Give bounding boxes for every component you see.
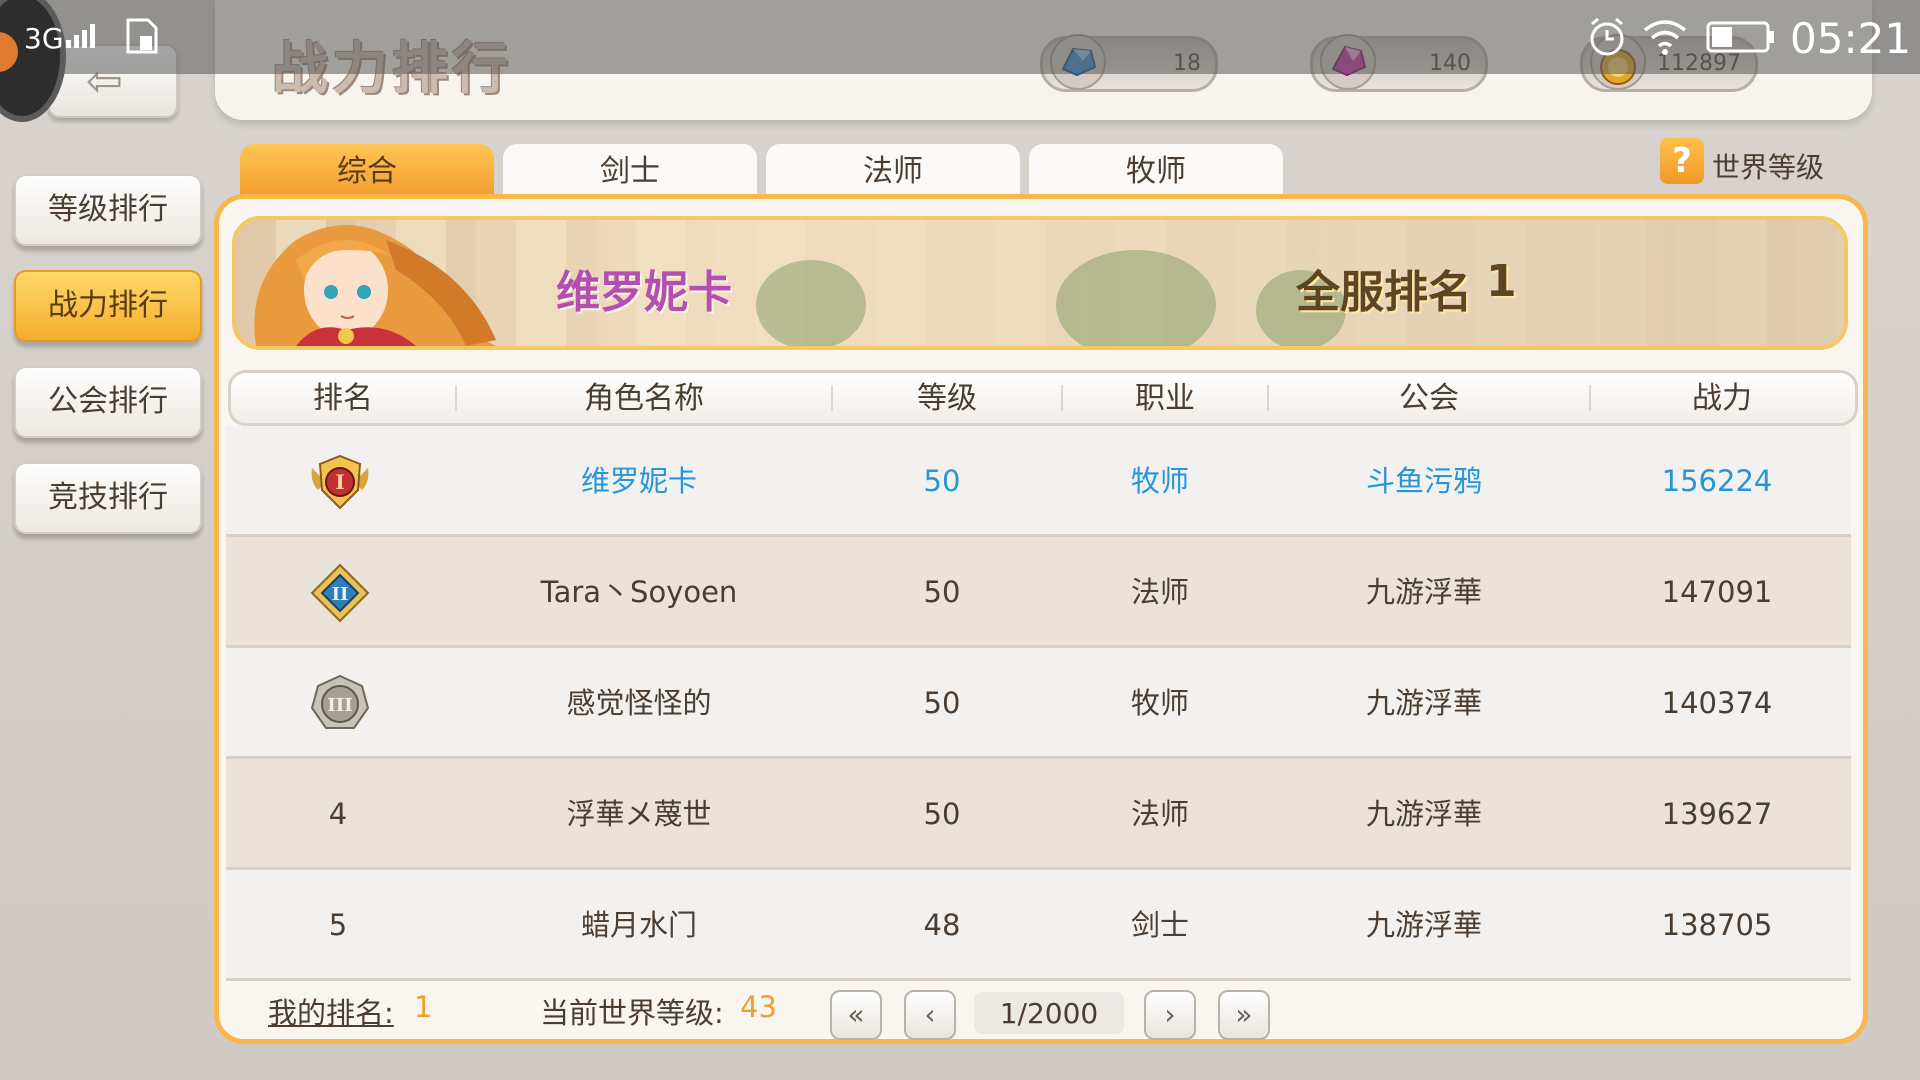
page-indicator: 1/2000 bbox=[974, 992, 1124, 1034]
wifi-icon bbox=[1643, 20, 1687, 55]
row-name: 蜡月水门 bbox=[580, 908, 697, 942]
row-name: Tara丶Soyoen bbox=[540, 575, 738, 609]
my-rank-value: 1 bbox=[414, 990, 433, 1024]
column-header-rank: 排名 bbox=[313, 381, 373, 416]
row-guild: 斗鱼污鸦 bbox=[1365, 464, 1482, 498]
column-header-class: 职业 bbox=[1135, 381, 1195, 416]
rank-2-badge-icon: II bbox=[310, 563, 370, 623]
row-class: 法师 bbox=[1130, 575, 1189, 609]
status-bar bbox=[0, 0, 1920, 74]
player-banner: 维罗妮卡 全服排名 1 bbox=[232, 216, 1848, 350]
prev-page-button[interactable]: ‹ bbox=[904, 990, 956, 1040]
status-time: 05:21 bbox=[1790, 14, 1912, 63]
row-power: 147091 bbox=[1661, 575, 1773, 609]
row-level: 48 bbox=[923, 908, 961, 942]
tab-overall[interactable]: 综合 bbox=[240, 144, 494, 196]
column-header-name: 角色名称 bbox=[584, 381, 704, 416]
row-rank: 4 bbox=[328, 797, 348, 831]
row-level: 50 bbox=[923, 575, 961, 609]
table-row[interactable]: I 维罗妮卡 50 牧师 斗鱼污鸦 156224 bbox=[226, 426, 1851, 536]
signal-icon bbox=[66, 24, 95, 48]
rank-3-badge-icon: III bbox=[310, 674, 370, 729]
row-level: 50 bbox=[923, 464, 961, 498]
row-guild: 九游浮華 bbox=[1365, 575, 1482, 609]
row-guild: 九游浮華 bbox=[1365, 797, 1482, 831]
banner-character-name: 维罗妮卡 bbox=[556, 267, 732, 318]
sim-card-icon bbox=[126, 18, 158, 54]
last-page-button[interactable]: » bbox=[1218, 990, 1270, 1040]
world-level-link[interactable]: 世界等级 bbox=[1712, 146, 1824, 186]
table-row[interactable]: 5 蜡月水门 48 剑士 九游浮華 138705 bbox=[226, 870, 1851, 980]
plant-decoration bbox=[1056, 250, 1216, 346]
help-icon[interactable]: ? bbox=[1660, 138, 1704, 184]
table-row[interactable]: III 感觉怪怪的 50 牧师 九游浮華 140374 bbox=[226, 648, 1851, 758]
row-guild: 九游浮華 bbox=[1365, 908, 1482, 942]
rank-1-badge-icon: I bbox=[311, 454, 369, 510]
table-row[interactable]: 4 浮華メ蔑世 50 法师 九游浮華 139627 bbox=[226, 759, 1851, 869]
row-class: 牧师 bbox=[1130, 464, 1189, 498]
table-row[interactable]: II Tara丶Soyoen 50 法师 九游浮華 147091 bbox=[226, 537, 1851, 647]
world-level-label: 当前世界等级: bbox=[540, 996, 724, 1030]
row-name: 浮華メ蔑世 bbox=[566, 797, 712, 831]
row-name: 维罗妮卡 bbox=[580, 464, 697, 498]
server-rank-label: 全服排名 bbox=[1296, 267, 1472, 318]
tab-swordsman[interactable]: 剑士 bbox=[503, 144, 757, 196]
column-header-level: 等级 bbox=[917, 381, 977, 416]
row-class: 剑士 bbox=[1130, 908, 1189, 942]
column-header-power: 战力 bbox=[1692, 381, 1752, 416]
row-class: 法师 bbox=[1130, 797, 1189, 831]
battery-icon bbox=[1706, 21, 1774, 53]
network-type: 3G bbox=[24, 22, 64, 55]
my-rank-label[interactable]: 我的排名: bbox=[268, 990, 394, 1032]
character-portrait bbox=[254, 225, 496, 346]
sidebar-item-arena-rank[interactable]: 竞技排行 bbox=[14, 462, 202, 534]
server-rank-value: 1 bbox=[1486, 256, 1517, 307]
sidebar-item-power-rank[interactable]: 战力排行 bbox=[14, 270, 202, 342]
tab-priest[interactable]: 牧师 bbox=[1029, 144, 1283, 196]
svg-text:II: II bbox=[332, 584, 349, 605]
row-name: 感觉怪怪的 bbox=[566, 686, 712, 720]
row-level: 50 bbox=[923, 797, 961, 831]
row-level: 50 bbox=[923, 686, 961, 720]
row-power: 140374 bbox=[1661, 686, 1773, 720]
next-page-button[interactable]: › bbox=[1144, 990, 1196, 1040]
alarm-icon bbox=[1590, 17, 1624, 56]
row-power: 139627 bbox=[1661, 797, 1773, 831]
first-page-button[interactable]: « bbox=[830, 990, 882, 1040]
row-class: 牧师 bbox=[1130, 686, 1189, 720]
row-divider bbox=[226, 978, 1851, 981]
column-header-guild: 公会 bbox=[1399, 381, 1459, 416]
sidebar-item-level-rank[interactable]: 等级排行 bbox=[14, 174, 202, 246]
row-guild: 九游浮華 bbox=[1365, 686, 1482, 720]
row-power: 138705 bbox=[1661, 908, 1773, 942]
tab-mage[interactable]: 法师 bbox=[766, 144, 1020, 196]
table-header: 排名 角色名称 等级 职业 公会 战力 bbox=[228, 370, 1858, 426]
world-level-value: 43 bbox=[740, 990, 777, 1024]
row-rank: 5 bbox=[328, 908, 348, 942]
sidebar-item-guild-rank[interactable]: 公会排行 bbox=[14, 366, 202, 438]
plant-decoration bbox=[756, 260, 866, 346]
svg-text:III: III bbox=[327, 695, 352, 716]
row-power: 156224 bbox=[1661, 464, 1773, 498]
svg-text:I: I bbox=[335, 470, 344, 494]
